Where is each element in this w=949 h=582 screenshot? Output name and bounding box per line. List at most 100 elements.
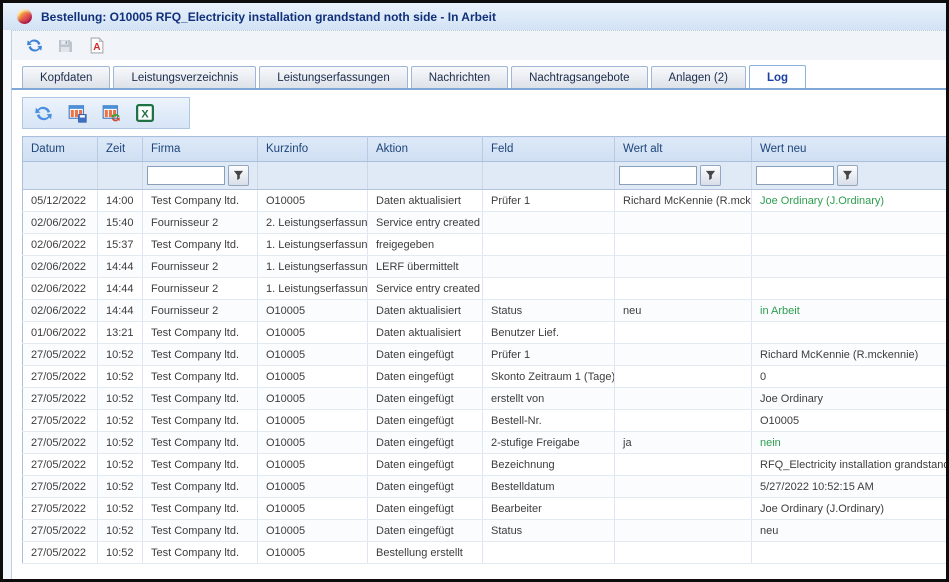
table-row[interactable]: 05/12/202214:00Test Company ltd.O10005Da…	[23, 190, 947, 212]
funnel-icon	[842, 170, 853, 181]
table-row[interactable]: 27/05/202210:52Test Company ltd.O10005Da…	[23, 344, 947, 366]
header-row: Datum Zeit Firma Kurzinfo Aktion Feld We…	[23, 137, 947, 162]
table-row[interactable]: 27/05/202210:52Test Company ltd.O10005Da…	[23, 388, 947, 410]
table-row[interactable]: 02/06/202215:40Fournisseur 22. Leistungs…	[23, 212, 947, 234]
grid-export-save-button[interactable]	[67, 103, 87, 123]
excel-export-button[interactable]: X	[135, 103, 155, 123]
cell-wert-neu: neu	[752, 520, 947, 542]
column-header-kurzinfo[interactable]: Kurzinfo	[258, 137, 368, 162]
filter-cell-feld	[483, 162, 615, 190]
cell-feld: Bestelldatum	[483, 476, 615, 498]
tab-nachtragsangebote[interactable]: Nachtragsangebote	[511, 66, 647, 88]
cell-firma: Test Company ltd.	[143, 454, 258, 476]
svg-text:X: X	[141, 109, 149, 121]
table-row[interactable]: 27/05/202210:52Test Company ltd.O10005Da…	[23, 366, 947, 388]
excel-export-icon: X	[136, 104, 154, 122]
pdf-export-button[interactable]: A	[85, 35, 107, 57]
cell-kurzinfo: O10005	[258, 498, 368, 520]
column-header-feld[interactable]: Feld	[483, 137, 615, 162]
cell-aktion: Daten eingefügt	[368, 498, 483, 520]
cell-aktion: Daten eingefügt	[368, 520, 483, 542]
grid-refresh-button[interactable]	[33, 103, 53, 123]
table-row[interactable]: 27/05/202210:52Test Company ltd.O10005Da…	[23, 520, 947, 542]
cell-aktion: Service entry created	[368, 212, 483, 234]
firma-filter-input[interactable]	[147, 166, 225, 185]
column-header-wert-neu[interactable]: Wert neu	[752, 137, 947, 162]
table-row[interactable]: 02/06/202214:44Fournisseur 2O10005Daten …	[23, 300, 947, 322]
cell-feld	[483, 278, 615, 300]
cell-aktion: freigegeben	[368, 234, 483, 256]
cell-firma: Test Company ltd.	[143, 432, 258, 454]
filter-cell-aktion	[368, 162, 483, 190]
cell-feld: Prüfer 1	[483, 190, 615, 212]
wert-neu-filter-button[interactable]	[837, 165, 858, 186]
tab-kopfdaten[interactable]: Kopfdaten	[22, 66, 110, 88]
cell-kurzinfo: O10005	[258, 322, 368, 344]
wert-alt-filter-button[interactable]	[700, 165, 721, 186]
cell-datum: 27/05/2022	[23, 432, 98, 454]
tab-leistungsverzeichnis[interactable]: Leistungsverzeichnis	[113, 66, 256, 88]
cell-kurzinfo: 2. Leistungserfassung	[258, 212, 368, 234]
cell-firma: Test Company ltd.	[143, 410, 258, 432]
cell-zeit: 10:52	[98, 454, 143, 476]
cell-aktion: LERF übermittelt	[368, 256, 483, 278]
table-row[interactable]: 27/05/202210:52Test Company ltd.O10005Da…	[23, 432, 947, 454]
wert-neu-filter-input[interactable]	[756, 166, 834, 185]
log-table: Datum Zeit Firma Kurzinfo Aktion Feld We…	[22, 136, 946, 564]
table-row[interactable]: 02/06/202214:44Fournisseur 21. Leistungs…	[23, 256, 947, 278]
column-header-zeit[interactable]: Zeit	[98, 137, 143, 162]
cell-wert-alt: ja	[615, 432, 752, 454]
funnel-icon	[705, 170, 716, 181]
cell-zeit: 10:52	[98, 476, 143, 498]
column-header-wert-alt[interactable]: Wert alt	[615, 137, 752, 162]
cell-zeit: 14:00	[98, 190, 143, 212]
cell-aktion: Daten eingefügt	[368, 388, 483, 410]
grid-reload-button[interactable]	[101, 103, 121, 123]
cell-kurzinfo: O10005	[258, 454, 368, 476]
filter-cell-wert-alt	[615, 162, 752, 190]
cell-wert-alt	[615, 322, 752, 344]
cell-wert-alt	[615, 366, 752, 388]
cell-wert-neu	[752, 542, 947, 564]
column-header-datum[interactable]: Datum	[23, 137, 98, 162]
table-row[interactable]: 27/05/202210:52Test Company ltd.O10005Da…	[23, 410, 947, 432]
cell-datum: 01/06/2022	[23, 322, 98, 344]
table-row[interactable]: 27/05/202210:52Test Company ltd.O10005Be…	[23, 542, 947, 564]
filter-cell-firma	[143, 162, 258, 190]
table-row[interactable]: 27/05/202210:52Test Company ltd.O10005Da…	[23, 498, 947, 520]
cell-wert-alt	[615, 454, 752, 476]
table-row[interactable]: 27/05/202210:52Test Company ltd.O10005Da…	[23, 454, 947, 476]
tab-nachrichten[interactable]: Nachrichten	[411, 66, 508, 88]
cell-kurzinfo: O10005	[258, 388, 368, 410]
refresh-button[interactable]	[23, 35, 45, 57]
refresh-icon	[34, 104, 53, 123]
table-row[interactable]: 27/05/202210:52Test Company ltd.O10005Da…	[23, 476, 947, 498]
cell-aktion: Daten aktualisiert	[368, 322, 483, 344]
save-button[interactable]	[54, 35, 76, 57]
cell-wert-neu: nein	[752, 432, 947, 454]
filter-cell-zeit	[98, 162, 143, 190]
firma-filter-button[interactable]	[228, 165, 249, 186]
cell-firma: Test Company ltd.	[143, 388, 258, 410]
cell-datum: 27/05/2022	[23, 520, 98, 542]
cell-zeit: 13:21	[98, 322, 143, 344]
table-row[interactable]: 02/06/202215:37Test Company ltd.1. Leist…	[23, 234, 947, 256]
wert-alt-filter-input[interactable]	[619, 166, 697, 185]
column-header-firma[interactable]: Firma	[143, 137, 258, 162]
cell-firma: Test Company ltd.	[143, 476, 258, 498]
tab-log[interactable]: Log	[749, 65, 806, 88]
tab-anlagen[interactable]: Anlagen (2)	[651, 66, 746, 88]
cell-wert-alt	[615, 256, 752, 278]
cell-datum: 02/06/2022	[23, 278, 98, 300]
column-header-aktion[interactable]: Aktion	[368, 137, 483, 162]
cell-kurzinfo: O10005	[258, 410, 368, 432]
cell-aktion: Daten eingefügt	[368, 432, 483, 454]
table-row[interactable]: 02/06/202214:44Fournisseur 21. Leistungs…	[23, 278, 947, 300]
cell-wert-alt	[615, 212, 752, 234]
cell-wert-neu: 5/27/2022 10:52:15 AM	[752, 476, 947, 498]
tab-leistungserfassungen[interactable]: Leistungserfassungen	[259, 66, 408, 88]
table-row[interactable]: 01/06/202213:21Test Company ltd.O10005Da…	[23, 322, 947, 344]
grid-toolbar: X	[22, 97, 190, 129]
cell-zeit: 15:37	[98, 234, 143, 256]
window-titlebar: Bestellung: O10005 RFQ_Electricity insta…	[3, 3, 946, 30]
